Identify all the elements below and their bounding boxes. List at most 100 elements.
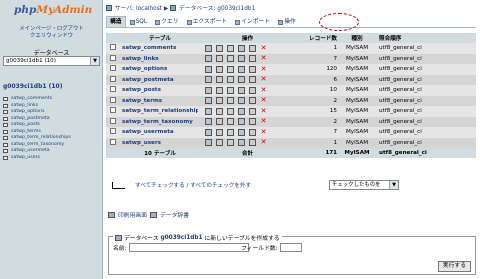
insert-icon[interactable] xyxy=(238,139,245,147)
data-dictionary-link[interactable]: データ辞書 xyxy=(160,210,189,219)
insert-icon[interactable] xyxy=(238,55,245,63)
tab-structure[interactable]: 構造 xyxy=(106,16,126,27)
empty-icon[interactable] xyxy=(249,65,256,73)
breadcrumb-database-link[interactable]: データベース: g0039ci1db1 xyxy=(179,6,255,12)
empty-icon[interactable] xyxy=(249,107,256,115)
empty-icon[interactable] xyxy=(249,118,256,126)
drop-icon[interactable]: ✕ xyxy=(260,86,267,94)
drop-icon[interactable]: ✕ xyxy=(260,128,267,136)
insert-icon[interactable] xyxy=(238,107,245,115)
structure-icon[interactable] xyxy=(216,118,223,126)
row-checkbox[interactable] xyxy=(110,96,116,103)
structure-icon[interactable] xyxy=(216,139,223,147)
insert-icon[interactable] xyxy=(238,128,245,136)
browse-icon[interactable] xyxy=(205,139,212,147)
browse-icon[interactable] xyxy=(205,128,212,136)
structure-icon[interactable] xyxy=(216,107,223,115)
search-icon[interactable] xyxy=(227,128,234,136)
execute-button[interactable]: 実行する xyxy=(437,261,471,272)
browse-icon[interactable] xyxy=(205,44,212,52)
tab-sql[interactable]: SQL xyxy=(126,16,151,27)
search-icon[interactable] xyxy=(227,65,234,73)
browse-icon[interactable] xyxy=(205,118,212,126)
insert-icon[interactable] xyxy=(238,86,245,94)
row-checkbox[interactable] xyxy=(110,65,116,72)
left-table-item[interactable]: satwp_users xyxy=(3,155,71,162)
empty-icon[interactable] xyxy=(249,55,256,63)
print-view-link[interactable]: 印刷用画面 xyxy=(118,210,147,219)
row-table-name[interactable]: satwp_term_relationships xyxy=(120,108,198,114)
structure-icon[interactable] xyxy=(216,97,223,105)
row-checkbox[interactable] xyxy=(110,128,116,135)
tab-query[interactable]: クエリ xyxy=(151,16,182,27)
drop-icon[interactable]: ✕ xyxy=(260,76,267,83)
structure-icon[interactable] xyxy=(216,65,223,73)
browse-icon[interactable] xyxy=(205,65,212,73)
query-window-link[interactable]: クエリウィンドウ xyxy=(0,33,103,40)
structure-icon[interactable] xyxy=(216,86,223,94)
database-select[interactable]: g0039ci1db1 (10) ▼ xyxy=(3,56,100,66)
empty-icon[interactable] xyxy=(249,97,256,105)
row-table-name[interactable]: satwp_term_taxonomy xyxy=(120,119,198,125)
row-checkbox[interactable] xyxy=(110,138,116,145)
table-name-input[interactable] xyxy=(128,243,249,252)
empty-icon[interactable] xyxy=(249,76,256,84)
structure-icon[interactable] xyxy=(216,44,223,52)
insert-icon[interactable] xyxy=(238,118,245,126)
row-table-name[interactable]: satwp_links xyxy=(120,56,198,62)
check-all-link[interactable]: すべてチェックする / すべてのチェックを外す xyxy=(135,181,251,189)
row-table-name[interactable]: satwp_postmeta xyxy=(120,77,198,83)
browse-icon[interactable] xyxy=(205,107,212,115)
row-checkbox[interactable] xyxy=(110,54,116,61)
insert-icon[interactable] xyxy=(238,44,245,52)
browse-icon[interactable] xyxy=(205,97,212,105)
browse-icon[interactable] xyxy=(205,55,212,63)
tab-operations[interactable]: 操作 xyxy=(274,16,300,27)
empty-icon[interactable] xyxy=(249,128,256,136)
drop-icon[interactable]: ✕ xyxy=(260,44,267,52)
drop-icon[interactable]: ✕ xyxy=(260,97,267,104)
search-icon[interactable] xyxy=(227,107,234,115)
drop-icon[interactable]: ✕ xyxy=(260,118,267,125)
row-checkbox[interactable] xyxy=(110,117,116,124)
tab-import[interactable]: インポート xyxy=(231,16,274,27)
browse-icon[interactable] xyxy=(205,76,212,84)
search-icon[interactable] xyxy=(227,86,234,94)
search-icon[interactable] xyxy=(227,139,234,147)
search-icon[interactable] xyxy=(227,55,234,63)
phpmyadmin-logo[interactable]: phpMyAdmin xyxy=(14,4,92,16)
search-icon[interactable] xyxy=(227,118,234,126)
browse-icon[interactable] xyxy=(205,86,212,94)
search-icon[interactable] xyxy=(227,44,234,52)
row-checkbox[interactable] xyxy=(110,86,116,93)
tab-export[interactable]: エクスポート xyxy=(183,16,232,27)
empty-icon[interactable] xyxy=(249,44,256,52)
row-checkbox[interactable] xyxy=(110,75,116,82)
insert-icon[interactable] xyxy=(238,97,245,105)
drop-icon[interactable]: ✕ xyxy=(260,107,267,115)
structure-icon[interactable] xyxy=(216,76,223,84)
structure-icon[interactable] xyxy=(216,55,223,63)
search-icon[interactable] xyxy=(227,97,234,105)
with-selected-select[interactable]: チェックしたものを ▼ xyxy=(329,180,399,190)
insert-icon[interactable] xyxy=(238,76,245,84)
row-checkbox[interactable] xyxy=(110,44,116,51)
structure-icon[interactable] xyxy=(216,128,223,136)
empty-icon[interactable] xyxy=(249,86,256,94)
empty-icon[interactable] xyxy=(249,139,256,147)
header-records[interactable]: レコード数 xyxy=(297,34,343,42)
row-table-name[interactable]: satwp_options xyxy=(120,66,198,72)
drop-icon[interactable]: ✕ xyxy=(260,139,267,146)
row-table-name[interactable]: satwp_posts xyxy=(120,87,198,93)
row-table-name[interactable]: satwp_users xyxy=(120,140,198,146)
main-page-logout-link[interactable]: メインページ・ログアウト xyxy=(0,26,103,33)
drop-icon[interactable]: ✕ xyxy=(260,55,267,62)
field-count-input[interactable] xyxy=(279,243,302,252)
breadcrumb-server-link[interactable]: サーバ: localhost xyxy=(115,6,162,12)
search-icon[interactable] xyxy=(227,76,234,84)
insert-icon[interactable] xyxy=(238,65,245,73)
row-table-name[interactable]: satwp_usermeta xyxy=(120,129,198,135)
row-table-name[interactable]: satwp_terms xyxy=(120,98,198,104)
row-checkbox[interactable] xyxy=(110,107,116,114)
database-title-link[interactable]: g0039ci1db1 (10) xyxy=(3,83,62,90)
